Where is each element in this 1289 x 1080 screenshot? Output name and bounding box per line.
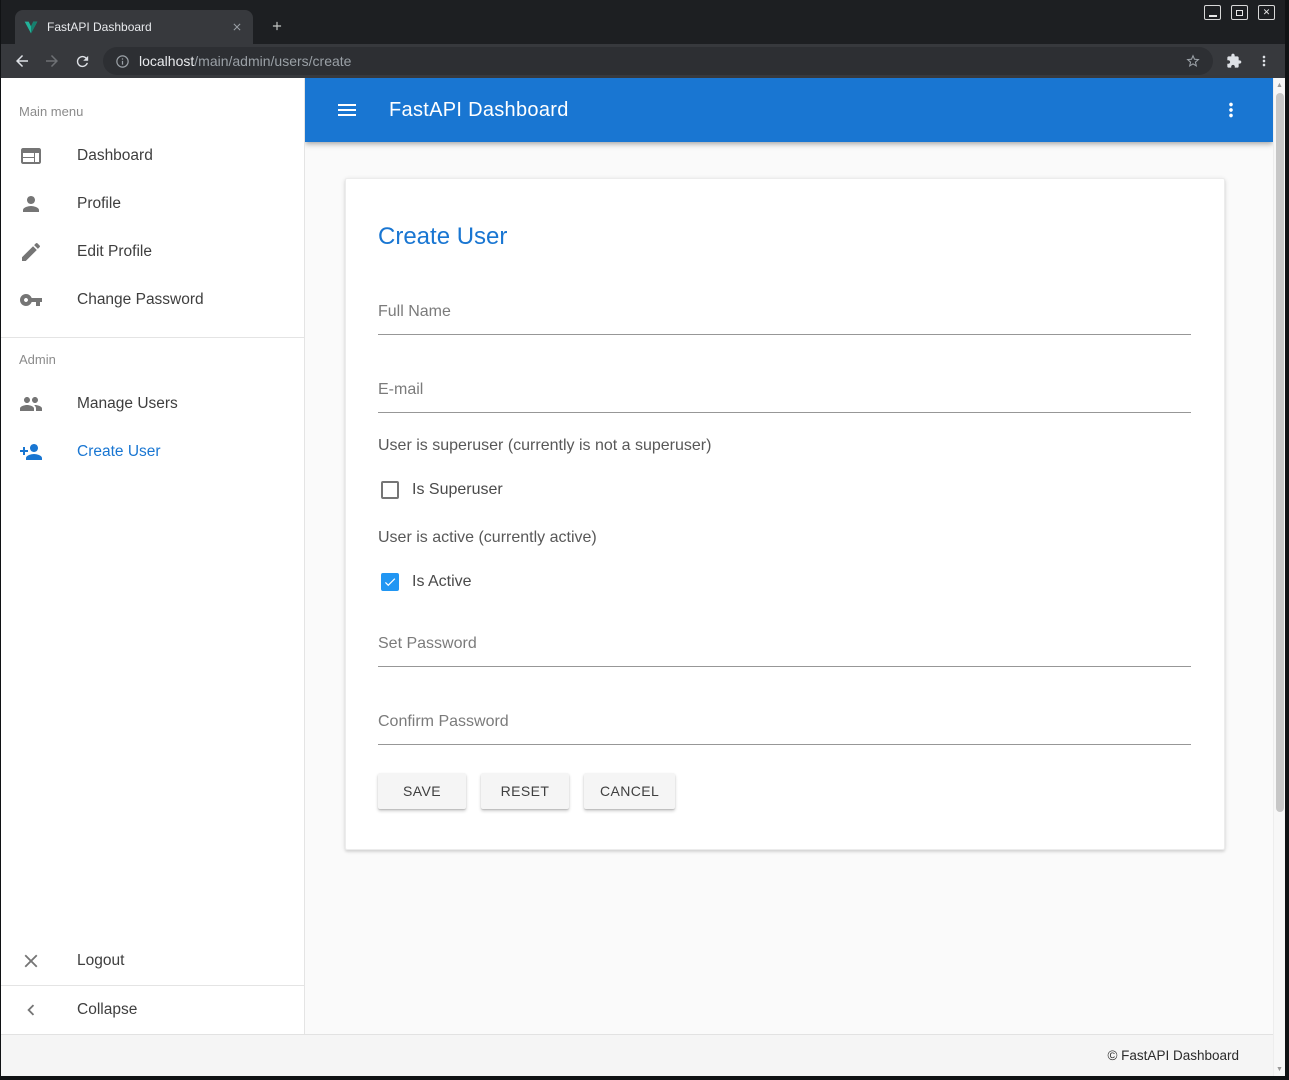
checkbox-label: Is Active bbox=[412, 573, 472, 591]
back-button[interactable] bbox=[8, 47, 36, 75]
hamburger-menu-icon[interactable] bbox=[329, 92, 365, 128]
tab-close-icon[interactable] bbox=[229, 19, 245, 35]
person-add-icon bbox=[19, 440, 43, 464]
sidebar-item-label: Edit Profile bbox=[77, 243, 152, 261]
sidebar-item-edit-profile[interactable]: Edit Profile bbox=[1, 228, 304, 276]
sidebar-section-main-menu: Main menu bbox=[1, 90, 304, 132]
sidebar-item-label: Profile bbox=[77, 195, 121, 213]
key-icon bbox=[19, 288, 43, 312]
scrollbar-thumb[interactable] bbox=[1276, 93, 1284, 812]
new-tab-button[interactable] bbox=[265, 14, 289, 38]
sidebar-item-change-password[interactable]: Change Password bbox=[1, 276, 304, 324]
sidebar-item-create-user[interactable]: Create User bbox=[1, 428, 304, 476]
cancel-button[interactable]: CANCEL bbox=[584, 773, 675, 809]
email-input[interactable] bbox=[378, 371, 1191, 413]
full-name-input[interactable] bbox=[378, 293, 1191, 335]
create-user-card: Create User User is superuser (currently… bbox=[345, 178, 1225, 850]
sidebar-item-label: Change Password bbox=[77, 291, 204, 309]
confirm-password-input[interactable] bbox=[378, 703, 1191, 745]
is-superuser-checkbox[interactable]: Is Superuser bbox=[378, 481, 503, 499]
window-controls: ✕ bbox=[1204, 5, 1275, 20]
scrollbar-down-arrow[interactable]: ▼ bbox=[1274, 1062, 1285, 1076]
sidebar-item-label: Collapse bbox=[77, 1001, 137, 1019]
page-scrollbar[interactable]: ▲ ▼ bbox=[1273, 78, 1285, 1076]
content-area: Create User User is superuser (currently… bbox=[305, 142, 1273, 1034]
forward-button[interactable] bbox=[38, 47, 66, 75]
reload-button[interactable] bbox=[68, 47, 96, 75]
close-button[interactable]: ✕ bbox=[1258, 5, 1275, 20]
extension-icon[interactable] bbox=[1220, 47, 1248, 75]
checkbox-checked-icon[interactable] bbox=[381, 573, 399, 591]
site-info-icon[interactable] bbox=[115, 54, 130, 69]
main-area: FastAPI Dashboard Create User User is su… bbox=[305, 78, 1273, 1034]
minimize-button[interactable] bbox=[1204, 5, 1221, 20]
page-title: Create User bbox=[378, 223, 1191, 251]
browser-tab[interactable]: FastAPI Dashboard bbox=[15, 10, 253, 44]
save-button[interactable]: SAVE bbox=[378, 773, 466, 809]
reset-button[interactable]: RESET bbox=[481, 773, 569, 809]
sidebar-item-dashboard[interactable]: Dashboard bbox=[1, 132, 304, 180]
sidebar: Main menu Dashboard Profile Edit Profile bbox=[1, 78, 305, 1034]
address-bar[interactable]: localhost/main/admin/users/create bbox=[103, 47, 1213, 75]
url-text: localhost/main/admin/users/create bbox=[139, 53, 1176, 69]
url-host: localhost bbox=[139, 53, 194, 69]
copyright-text: © FastAPI Dashboard bbox=[1107, 1048, 1239, 1063]
tab-title: FastAPI Dashboard bbox=[47, 20, 221, 34]
sidebar-item-label: Manage Users bbox=[77, 395, 178, 413]
appbar-menu-icon[interactable] bbox=[1213, 92, 1249, 128]
checkbox-unchecked-icon[interactable] bbox=[381, 481, 399, 499]
scrollbar-up-arrow[interactable]: ▲ bbox=[1274, 78, 1285, 92]
url-path: /main/admin/users/create bbox=[194, 53, 351, 69]
browser-window: FastAPI Dashboard ✕ localhost/ bbox=[1, 0, 1285, 1076]
page-viewport: Main menu Dashboard Profile Edit Profile bbox=[1, 78, 1285, 1076]
sidebar-item-logout[interactable]: Logout bbox=[1, 937, 304, 985]
close-x-icon bbox=[19, 949, 43, 973]
checkbox-label: Is Superuser bbox=[412, 481, 503, 499]
superuser-hint-text: User is superuser (currently is not a su… bbox=[378, 437, 1191, 455]
sidebar-section-admin: Admin bbox=[1, 338, 304, 380]
people-icon bbox=[19, 392, 43, 416]
chevron-left-icon bbox=[19, 998, 43, 1022]
dashboard-icon bbox=[19, 144, 43, 168]
sidebar-item-label: Dashboard bbox=[77, 147, 153, 165]
maximize-button[interactable] bbox=[1231, 5, 1248, 20]
browser-menu-icon[interactable] bbox=[1250, 47, 1278, 75]
sidebar-item-profile[interactable]: Profile bbox=[1, 180, 304, 228]
sidebar-item-collapse[interactable]: Collapse bbox=[1, 986, 304, 1034]
is-active-checkbox[interactable]: Is Active bbox=[378, 573, 472, 591]
form-actions: SAVE RESET CANCEL bbox=[378, 773, 1191, 809]
browser-toolbar: localhost/main/admin/users/create bbox=[1, 44, 1285, 78]
vuetify-logo-icon bbox=[23, 19, 39, 35]
active-hint-text: User is active (currently active) bbox=[378, 529, 1191, 547]
page-footer: © FastAPI Dashboard bbox=[1, 1034, 1273, 1076]
sidebar-item-label: Create User bbox=[77, 443, 161, 461]
sidebar-item-label: Logout bbox=[77, 952, 124, 970]
person-icon bbox=[19, 192, 43, 216]
appbar-title: FastAPI Dashboard bbox=[389, 99, 569, 122]
pencil-icon bbox=[19, 240, 43, 264]
browser-titlebar: FastAPI Dashboard ✕ bbox=[1, 0, 1285, 44]
set-password-input[interactable] bbox=[378, 625, 1191, 667]
appbar: FastAPI Dashboard bbox=[305, 78, 1273, 142]
bookmark-star-icon[interactable] bbox=[1185, 53, 1201, 69]
sidebar-item-manage-users[interactable]: Manage Users bbox=[1, 380, 304, 428]
